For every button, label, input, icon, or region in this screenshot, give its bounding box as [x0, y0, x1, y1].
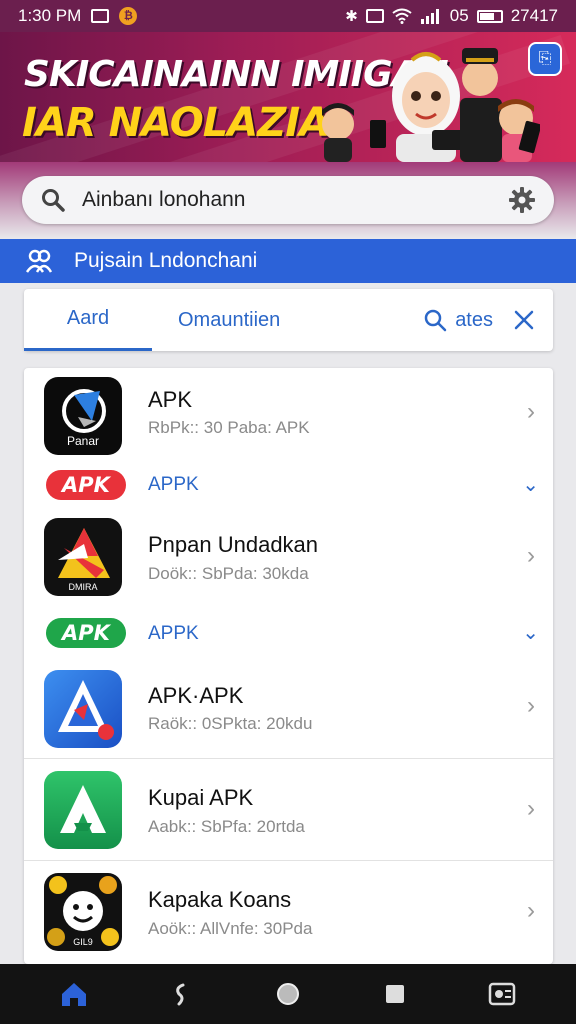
search-bar[interactable]: Ainbanı lonohann: [22, 176, 554, 224]
app-icon-kupai: [44, 771, 122, 849]
list-item[interactable]: Kupai APK Aabk:: SbPfa: 20rtda ›: [24, 759, 553, 860]
wifi-icon: [392, 8, 412, 24]
battery-icon: [476, 9, 503, 23]
users-icon: [25, 249, 53, 273]
media-icon[interactable]: [482, 974, 522, 1014]
chevron-down-icon[interactable]: ⌄: [522, 620, 539, 645]
home-circle-icon[interactable]: [268, 974, 308, 1014]
app-icon-downloader: DMIRA: [44, 518, 122, 596]
apk-label: APPK: [148, 474, 199, 495]
app-title: Kupai APK: [148, 785, 254, 810]
gallery-notification-icon: [91, 9, 110, 23]
search-area: Ainbanı lonohann: [0, 162, 576, 239]
apk-label: APPK: [148, 623, 199, 644]
list-item[interactable]: GIL9 Kapaka Koans Aoök:: AllVnfe: 30Pda …: [24, 861, 553, 964]
status-bar: 1:30 PM ₿ ✱ 05 27417: [0, 0, 576, 32]
search-text[interactable]: Ainbanı lonohann: [82, 188, 245, 212]
list-item[interactable]: APK·APK Raök:: 0SPkta: 20kdu ›: [24, 662, 553, 758]
tab-bar: Aard Omauntiien ates: [24, 289, 553, 351]
status-extra-text: 05: [449, 6, 469, 25]
image-status-icon: [365, 9, 384, 23]
app-icon-text: GIL9: [73, 937, 93, 947]
app-subtitle: Doök:: SbPda: 30kda: [148, 564, 309, 583]
list-item[interactable]: APK APPK ⌄: [24, 460, 553, 510]
apk-badge: APK: [46, 618, 126, 648]
app-title: Pnpan Undadkan: [148, 532, 319, 557]
recents-icon[interactable]: [375, 974, 415, 1014]
app-subtitle: Raök:: 0SPkta: 20kdu: [148, 714, 313, 733]
app-icon-text: Panar: [67, 434, 99, 448]
chevron-right-icon: ›: [527, 692, 535, 719]
chevron-right-icon: ›: [527, 897, 535, 924]
app-icon-panar: Panar: [44, 377, 122, 455]
list-item[interactable]: Panar APK RbPk:: 30 Paba: APK ›: [24, 368, 553, 460]
list-item[interactable]: DMIRA Pnpan Undadkan Doök:: SbPda: 30kda…: [24, 510, 553, 604]
chevron-right-icon: ›: [527, 398, 535, 425]
bluetooth-icon: ✱: [345, 7, 358, 25]
app-subtitle: Aoök:: AllVnfe: 30Pda: [148, 919, 313, 938]
chevron-right-icon: ›: [527, 795, 535, 822]
home-icon[interactable]: [54, 974, 94, 1014]
coin-notification-icon: ₿: [119, 7, 138, 25]
tab-search-label[interactable]: ates: [455, 309, 493, 332]
app-title: APK: [148, 387, 193, 412]
app-title: Kapaka Koans: [148, 887, 292, 912]
banner-title-line2: IAR NAOLAZIA: [22, 100, 330, 146]
user-bar-label: Pujsain Lndonchani: [74, 249, 258, 272]
app-subtitle: Aabk:: SbPfa: 20rtda: [148, 817, 305, 836]
app-subtitle: RbPk:: 30 Paba: APK: [148, 418, 310, 437]
chevron-right-icon: ›: [527, 542, 535, 569]
app-icon-apk-apk: [44, 670, 122, 748]
banner-close-icon[interactable]: ⎘: [528, 42, 562, 76]
promo-banner[interactable]: SKICAINAINN IMIIGAN IAR NAOLAZIA ⎘: [0, 32, 576, 162]
back-icon[interactable]: [161, 974, 201, 1014]
app-title: APK·APK: [148, 683, 244, 708]
signal-icon: [420, 9, 439, 24]
tab-omauntiien[interactable]: Omauntiien: [162, 289, 296, 351]
bottom-nav-bar: [0, 964, 576, 1024]
user-bar[interactable]: Pujsain Lndonchani: [0, 239, 576, 283]
chevron-down-icon[interactable]: ⌄: [522, 472, 539, 497]
search-icon: [42, 189, 65, 212]
status-time: 1:30 PM: [18, 6, 82, 25]
apk-badge: APK: [46, 470, 126, 500]
close-icon[interactable]: [513, 309, 535, 331]
app-list: Panar APK RbPk:: 30 Paba: APK › APK APPK…: [24, 368, 553, 964]
gear-icon[interactable]: [508, 186, 536, 214]
tab-aard[interactable]: Aard: [24, 289, 152, 351]
app-icon-kapaka: GIL9: [44, 873, 122, 951]
list-item[interactable]: APK APPK ⌄: [24, 604, 553, 662]
search-icon[interactable]: [423, 308, 447, 332]
battery-text: 27417: [510, 6, 558, 25]
app-icon-text: DMIRA: [69, 582, 98, 592]
banner-characters-illustration: [322, 48, 540, 162]
